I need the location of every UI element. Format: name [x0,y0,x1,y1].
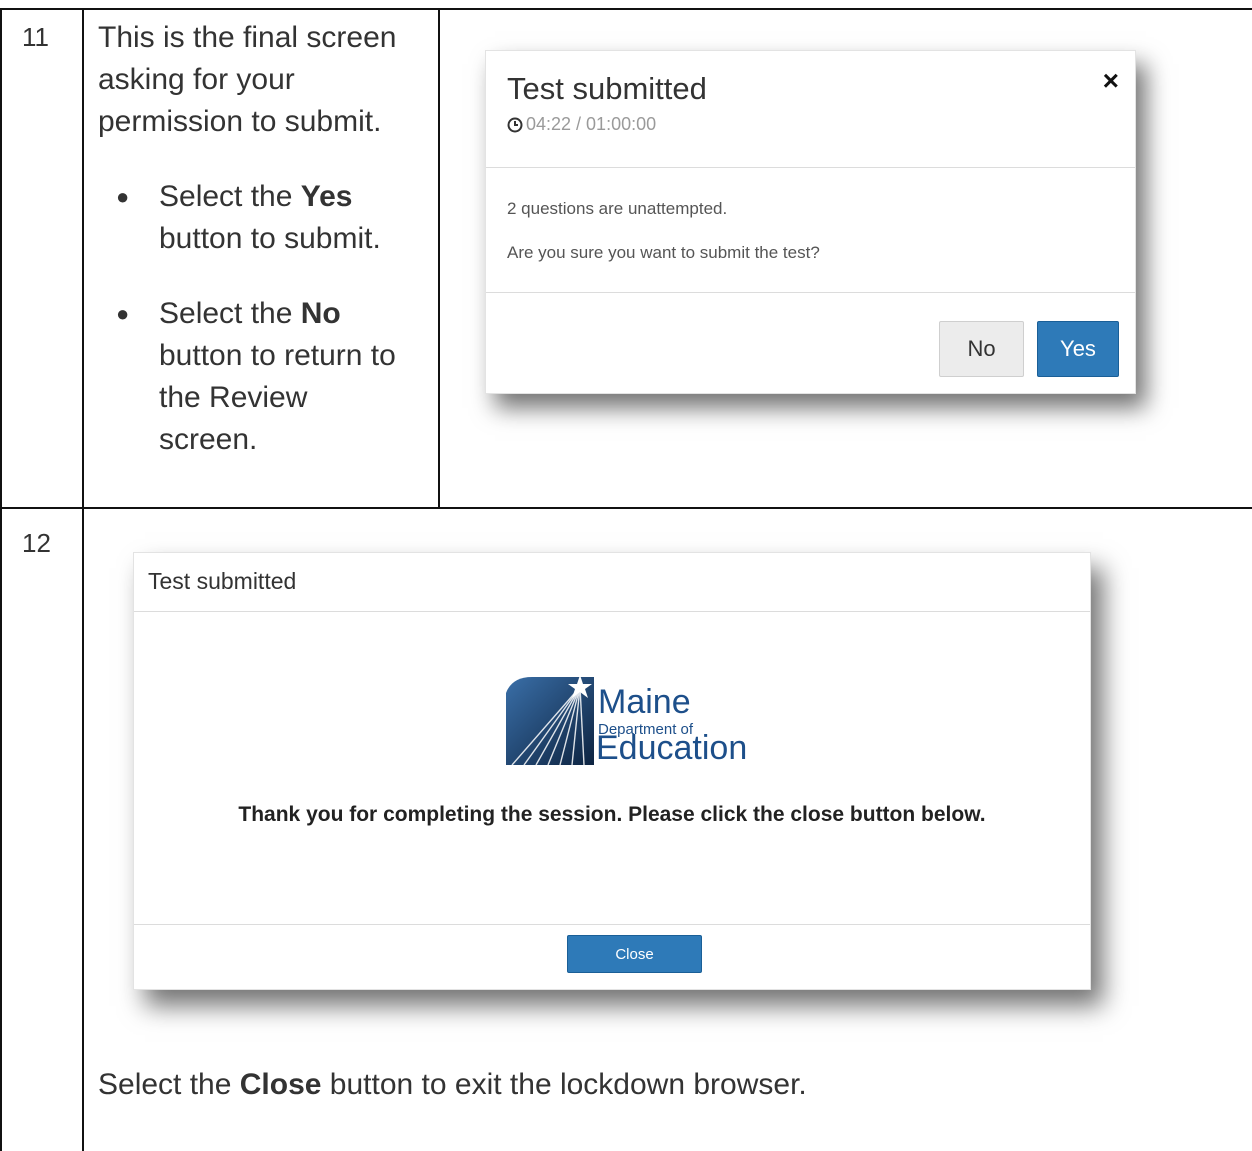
dialog-divider [486,167,1135,168]
bullet-rest: screen. [159,423,258,456]
bullet-bold: No [300,297,341,330]
table-border-mid [0,507,1252,509]
bullet-yes: ● Select the Yes button to submit. [116,176,396,260]
intro-line: asking for your [98,63,295,96]
intro-line: permission to submit. [98,105,382,138]
table-border-col1 [82,8,84,1151]
table-border-top [0,8,1252,10]
table-border-left [0,8,2,1151]
step-number: 12 [22,528,51,558]
dialog-title: Test submitted [148,568,297,594]
instruction-prefix: Select the [98,1068,240,1101]
step-12-instruction: Select the Close button to exit the lock… [98,1068,807,1102]
bullet-rest: button to return to [159,339,396,372]
unattempted-message: 2 questions are unattempted. [507,199,728,218]
thank-you-message: Thank you for completing the session. Pl… [238,803,986,826]
yes-button[interactable]: Yes [1037,321,1119,377]
instruction-rest: button to exit the lockdown browser. [321,1068,807,1101]
test-submitted-dialog: Test submitted Maine Department of Educa… [133,552,1091,990]
bullet-no: ● Select the No button to return to the … [116,293,396,461]
confirm-message: Are you sure you want to submit the test… [507,243,820,262]
instruction-bold: Close [239,1068,322,1101]
step-11-bullets: ● Select the Yes button to submit. ● Sel… [116,176,396,494]
submit-confirm-dialog: Test submitted × 04:22 / 01:00:00 2 ques… [485,50,1136,394]
bullet-rest: the Review [159,381,308,414]
close-icon[interactable]: × [1103,67,1119,95]
maine-doe-logo: Maine Department of Education [502,673,772,773]
clock-icon [507,117,523,132]
logo-text-maine: Maine [598,683,691,721]
logo-emblem-icon [506,675,594,766]
bullet-prefix: Select the [159,180,301,213]
step-number: 11 [22,22,49,52]
logo-text-education: Education [596,729,748,767]
dialog-title: Test submitted [507,71,707,106]
dialog-divider [134,611,1090,612]
bullet-rest: button to submit. [159,222,381,255]
close-button[interactable]: Close [567,935,702,973]
bullet-dot-icon: ● [116,184,130,209]
timer: 04:22 / 01:00:00 [507,114,656,135]
step-11-intro: This is the final screen asking for your… [98,17,396,143]
intro-line: This is the final screen [98,21,397,54]
bullet-bold: Yes [300,180,353,213]
no-button[interactable]: No [939,321,1024,377]
table-border-col2 [438,8,440,508]
bullet-dot-icon: ● [116,301,130,326]
bullet-prefix: Select the [159,297,301,330]
dialog-divider [486,292,1135,293]
timer-text: 04:22 / 01:00:00 [526,114,657,134]
dialog-divider [134,924,1090,925]
